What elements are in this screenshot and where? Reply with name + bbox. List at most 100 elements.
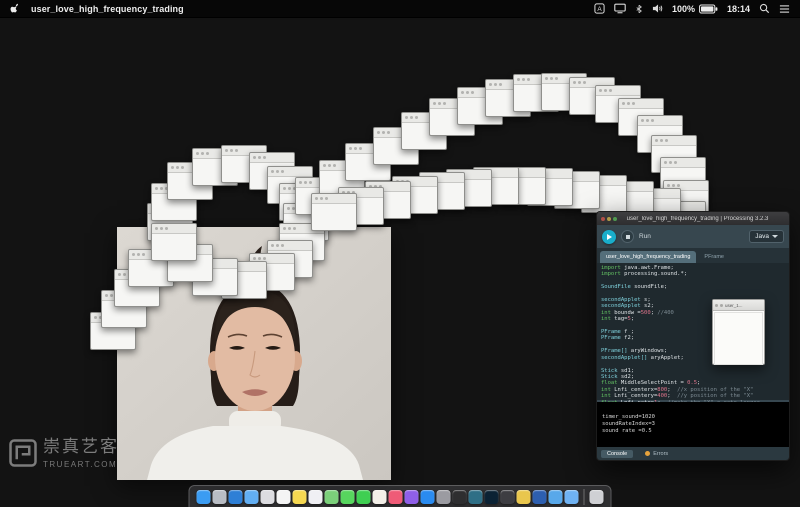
mode-selector[interactable]: Java bbox=[749, 230, 784, 243]
code-line: float Lnfi_rate=1; //make the "X" a rate… bbox=[597, 400, 789, 402]
tab-pframe[interactable]: PFrame bbox=[698, 251, 730, 263]
tab-main-sketch[interactable]: user_love_high_frequency_trading bbox=[600, 251, 696, 263]
console-tab[interactable]: Console bbox=[601, 450, 633, 458]
battery-menu[interactable]: 100% bbox=[672, 4, 718, 14]
watermark: 崇真艺客 TRUEART.COM bbox=[8, 438, 119, 469]
dock-icon-contacts[interactable] bbox=[261, 490, 275, 504]
dock-icon-mail[interactable] bbox=[245, 490, 259, 504]
minimize-icon[interactable] bbox=[720, 304, 723, 307]
art-mini-window bbox=[365, 181, 411, 219]
mode-label: Java bbox=[755, 233, 769, 240]
bluetooth-menu[interactable] bbox=[635, 3, 643, 15]
dock-icon-maps[interactable] bbox=[325, 490, 339, 504]
dock-icon-messages[interactable] bbox=[341, 490, 355, 504]
minimize-icon[interactable] bbox=[607, 217, 611, 221]
stop-button[interactable] bbox=[621, 230, 634, 243]
dock-icon-processing[interactable] bbox=[469, 490, 483, 504]
art-mini-window-titlebar bbox=[582, 176, 626, 186]
errors-tab[interactable]: Errors bbox=[639, 450, 674, 458]
dock-divider bbox=[584, 489, 585, 505]
volume-menu[interactable] bbox=[652, 3, 663, 14]
art-mini-window-titlebar bbox=[570, 78, 614, 88]
art-mini-window-titlebar bbox=[486, 80, 530, 90]
art-mini-window-titlebar bbox=[474, 168, 518, 178]
dock-icon-calendar[interactable] bbox=[277, 490, 291, 504]
dock-icon-launchpad[interactable] bbox=[213, 490, 227, 504]
clock[interactable]: 18:14 bbox=[727, 4, 750, 14]
dock-icon-terminal[interactable] bbox=[453, 490, 467, 504]
console-footer: Console Errors bbox=[597, 447, 789, 460]
input-source-menu[interactable]: A bbox=[594, 3, 605, 14]
dock-icon-notes[interactable] bbox=[293, 490, 307, 504]
art-mini-window bbox=[401, 112, 447, 150]
dock-icon-downloads[interactable] bbox=[565, 490, 579, 504]
dock-icon-reminders[interactable] bbox=[309, 490, 323, 504]
dock-icon-photoshop[interactable] bbox=[485, 490, 499, 504]
console-line: timer_sound=1020 bbox=[602, 414, 789, 421]
close-icon[interactable] bbox=[715, 304, 718, 307]
art-mini-window-titlebar bbox=[661, 158, 705, 168]
art-mini-window bbox=[151, 183, 197, 221]
art-mini-window-titlebar bbox=[250, 153, 294, 163]
dock-icon-podcasts[interactable] bbox=[405, 490, 419, 504]
art-mini-window-titlebar bbox=[168, 163, 212, 173]
dock-icon-folder[interactable] bbox=[549, 490, 563, 504]
art-mini-window bbox=[485, 79, 531, 117]
art-mini-window bbox=[541, 73, 587, 111]
dock-icon-photos[interactable] bbox=[373, 490, 387, 504]
art-mini-window-titlebar bbox=[447, 170, 491, 180]
svg-text:A: A bbox=[597, 6, 602, 13]
art-mini-window-titlebar bbox=[619, 99, 663, 109]
art-mini-window bbox=[581, 175, 627, 213]
dock-icon-facetime[interactable] bbox=[357, 490, 371, 504]
art-mini-window bbox=[267, 166, 313, 204]
pframe-title-bar[interactable]: user_1... bbox=[713, 300, 764, 311]
art-mini-window bbox=[429, 98, 475, 136]
pframe-canvas[interactable] bbox=[714, 312, 763, 365]
window-controls[interactable] bbox=[601, 217, 617, 221]
spotlight-menu[interactable] bbox=[759, 3, 770, 14]
art-mini-window bbox=[221, 145, 267, 183]
display-menu[interactable] bbox=[614, 3, 626, 14]
run-label: Run bbox=[639, 233, 651, 240]
art-mini-window bbox=[419, 172, 465, 210]
play-icon bbox=[607, 234, 612, 240]
art-mini-window-titlebar bbox=[528, 169, 572, 179]
art-mini-window-titlebar bbox=[542, 74, 586, 84]
dock-icon-bridge[interactable] bbox=[501, 490, 515, 504]
processing-toolbar: Run Java bbox=[597, 225, 789, 248]
apple-menu[interactable] bbox=[10, 2, 21, 15]
art-mini-window-titlebar bbox=[284, 204, 328, 214]
portrait-artwork bbox=[117, 227, 391, 480]
pframe-sketch-window[interactable]: user_1... bbox=[712, 299, 765, 365]
console-tab-label: Console bbox=[607, 451, 627, 457]
close-icon[interactable] bbox=[601, 217, 605, 221]
dock-icon-system-preferences[interactable] bbox=[437, 490, 451, 504]
chevron-down-icon bbox=[772, 235, 778, 238]
dock-icon-finder[interactable] bbox=[197, 490, 211, 504]
processing-title-bar[interactable]: user_love_high_frequency_trading | Proce… bbox=[597, 212, 789, 225]
run-button[interactable] bbox=[602, 230, 616, 244]
art-mini-window bbox=[595, 85, 641, 123]
art-mini-window bbox=[473, 167, 519, 205]
art-mini-window-titlebar bbox=[636, 189, 680, 199]
watermark-cn-text: 崇真艺客 bbox=[43, 438, 119, 457]
trueart-logo bbox=[8, 438, 38, 468]
dock-icon-word[interactable] bbox=[533, 490, 547, 504]
dock-icon-trash[interactable] bbox=[590, 490, 604, 504]
dock-icon-itunes[interactable] bbox=[389, 490, 403, 504]
dock-icon-safari[interactable] bbox=[229, 490, 243, 504]
dock-icon-app-store[interactable] bbox=[421, 490, 435, 504]
zoom-icon[interactable] bbox=[613, 217, 617, 221]
art-mini-window-titlebar bbox=[366, 182, 410, 192]
active-app-name[interactable]: user_love_high_frequency_trading bbox=[31, 4, 184, 14]
keyboard-icon: A bbox=[594, 3, 605, 14]
notification-center-menu[interactable] bbox=[779, 4, 790, 14]
art-mini-window bbox=[457, 87, 503, 125]
console-output[interactable]: timer_sound=1020soundRateIndex=3sound ra… bbox=[597, 402, 789, 447]
dock-icon-chrome[interactable] bbox=[517, 490, 531, 504]
portrait-image bbox=[117, 227, 391, 480]
art-mini-window bbox=[295, 177, 341, 215]
art-mini-window-titlebar bbox=[609, 182, 653, 192]
art-mini-window bbox=[660, 157, 706, 195]
